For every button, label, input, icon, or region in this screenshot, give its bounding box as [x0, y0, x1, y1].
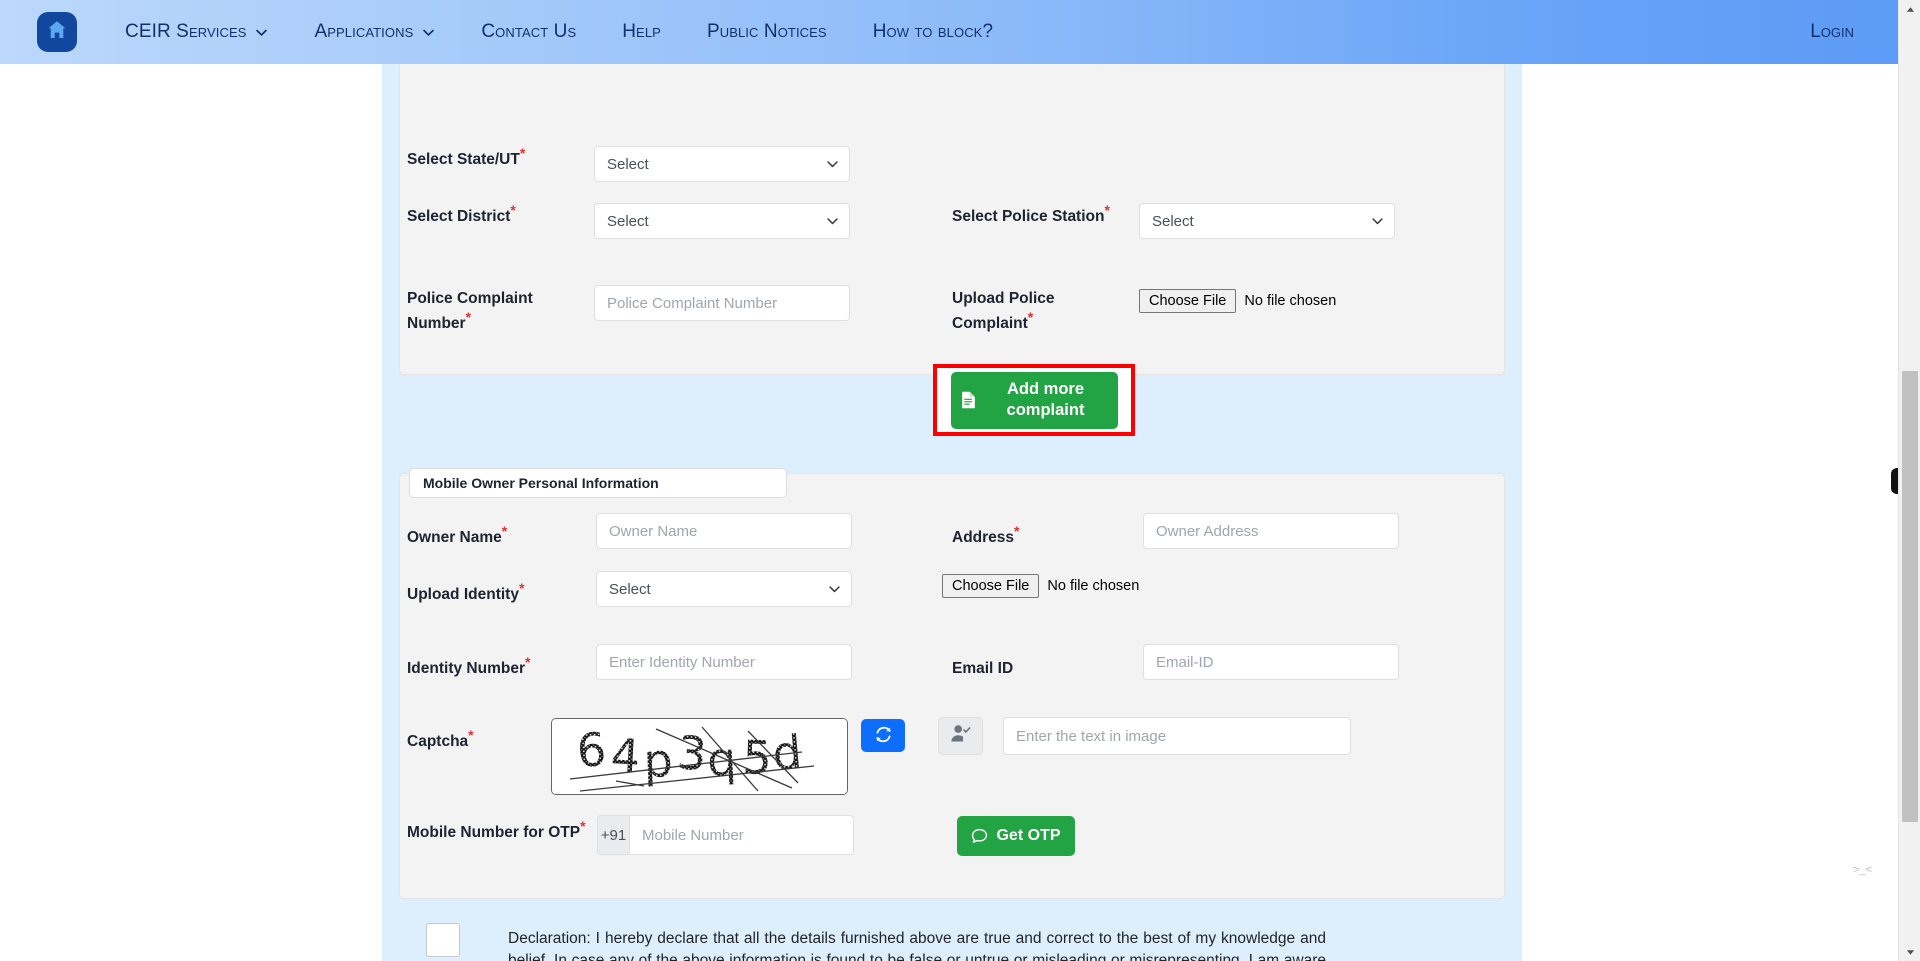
address-input[interactable] [1143, 513, 1399, 549]
required-asterisk: * [580, 817, 586, 834]
state-label: Select State/UT* [407, 144, 526, 168]
file-document-icon [961, 391, 976, 409]
edge-panel-handle[interactable] [1891, 468, 1898, 494]
nav-item-label: Help [622, 21, 661, 42]
upload-complaint-label: Upload Police Complaint* [952, 290, 1055, 332]
svg-text:3: 3 [675, 725, 709, 781]
nav-item-contact-us[interactable]: Contact Us [481, 21, 576, 43]
nav-item-label: How to block? [872, 21, 994, 42]
scrollbar-up-arrow-icon[interactable] [1899, 0, 1920, 18]
user-check-icon [950, 723, 971, 749]
file-status-identity: No file chosen [1047, 578, 1140, 594]
add-more-complaint-button[interactable]: Add more complaint [950, 371, 1118, 429]
district-label: Select District* [407, 201, 516, 225]
police-station-select[interactable]: Select [1139, 203, 1395, 239]
nav-item-how-to-block[interactable]: How to block? [873, 21, 993, 43]
required-asterisk: * [518, 579, 525, 596]
home-icon [45, 18, 69, 47]
choose-file-button-identity[interactable]: Choose File [942, 574, 1040, 598]
identity-type-select-wrap: Select [596, 571, 852, 607]
mobile-otp-input-group: +91 [597, 815, 854, 855]
home-logo-button[interactable] [37, 12, 77, 52]
required-asterisk: * [519, 144, 526, 161]
captcha-image: 6 4 p 3 q 5 d [551, 718, 848, 795]
get-otp-label: Get OTP [996, 827, 1061, 844]
required-asterisk: * [1104, 201, 1110, 218]
mobile-number-input[interactable] [629, 815, 854, 855]
nav-item-help[interactable]: Help [622, 21, 661, 43]
complaint-number-input[interactable] [594, 285, 850, 321]
district-select[interactable]: Select [594, 203, 850, 239]
required-asterisk: * [524, 653, 531, 670]
captcha-user-icon-box [938, 717, 983, 755]
identity-number-label: Identity Number* [407, 653, 531, 677]
top-navbar: CEIR Services Applications Contact Us He… [0, 0, 1898, 64]
nav-item-public-notices[interactable]: Public Notices [707, 21, 827, 43]
upload-complaint-file-control: Choose File No file chosen [1139, 289, 1336, 313]
required-asterisk: * [510, 201, 516, 218]
district-select-wrap: Select [594, 203, 850, 239]
nav-item-label: Contact Us [481, 21, 577, 42]
required-asterisk: * [465, 308, 472, 325]
identity-number-input[interactable] [596, 644, 852, 680]
choose-file-button-complaint[interactable]: Choose File [1139, 289, 1237, 313]
owner-name-field-wrap [596, 513, 852, 549]
declaration-text: Declaration: I hereby declare that all t… [508, 930, 1326, 961]
captcha-input-wrap [1003, 717, 1351, 755]
svg-text:q: q [706, 732, 738, 787]
owner-name-label: Owner Name* [407, 522, 508, 546]
chevron-down-icon [422, 26, 435, 39]
required-asterisk: * [1027, 308, 1034, 325]
identity-number-field-wrap [596, 644, 852, 680]
svg-text:4: 4 [609, 728, 641, 783]
login-button[interactable]: Login [1810, 21, 1854, 43]
svg-text:p: p [642, 733, 673, 788]
captcha-input[interactable] [1003, 717, 1351, 755]
chevron-down-icon [255, 26, 268, 39]
address-label: Address* [952, 522, 1020, 546]
identity-type-select[interactable]: Select [596, 571, 852, 607]
nav-item-applications[interactable]: Applications [314, 21, 435, 43]
get-otp-button[interactable]: Get OTP [957, 816, 1075, 856]
upload-identity-label: Upload Identity* [407, 579, 525, 603]
owner-name-input[interactable] [596, 513, 852, 549]
captcha-refresh-button[interactable] [861, 719, 905, 752]
declaration-checkbox[interactable] [426, 923, 460, 957]
captcha-label: Captcha* [407, 726, 474, 750]
nav-links: CEIR Services Applications Contact Us He… [125, 21, 1810, 43]
police-station-label: Select Police Station* [952, 201, 1110, 225]
complaint-number-field-wrap [594, 285, 850, 321]
file-status-complaint: No file chosen [1244, 293, 1337, 309]
nav-item-label: Public Notices [706, 21, 827, 42]
page-scrollbar[interactable] [1898, 0, 1920, 961]
nav-item-label: Applications [314, 21, 414, 42]
chat-bubble-icon [971, 828, 988, 845]
kaomoji-artifact: >_< [1853, 864, 1872, 876]
email-id-label: Email ID [952, 660, 1014, 677]
scrollbar-thumb[interactable] [1902, 371, 1918, 822]
nav-item-label: CEIR Services [125, 21, 247, 42]
country-code-prefix: +91 [597, 815, 629, 855]
upload-identity-file-control: Choose File No file chosen [942, 574, 1139, 598]
add-more-complaint-highlight: Add more complaint [933, 364, 1135, 436]
required-asterisk: * [501, 522, 508, 539]
refresh-icon [874, 725, 893, 747]
address-field-wrap [1143, 513, 1399, 549]
required-asterisk: * [1014, 522, 1020, 539]
nav-item-ceir-services[interactable]: CEIR Services [125, 21, 268, 43]
state-select-wrap: Select [594, 146, 850, 182]
email-id-field-wrap [1143, 644, 1399, 680]
state-select[interactable]: Select [594, 146, 850, 182]
scrollbar-down-arrow-icon[interactable] [1899, 943, 1920, 961]
email-id-input[interactable] [1143, 644, 1399, 680]
mobile-otp-label: Mobile Number for OTP* [407, 817, 586, 841]
svg-text:6: 6 [575, 722, 608, 778]
owner-section-title: Mobile Owner Personal Information [409, 468, 787, 498]
add-more-complaint-label: Add more complaint [1006, 380, 1085, 419]
page-body: Select State/UT* Select Select District*… [0, 64, 1898, 961]
required-asterisk: * [468, 726, 474, 743]
complaint-number-label: Police Complaint Number* [407, 290, 533, 332]
police-station-select-wrap: Select [1139, 203, 1395, 239]
